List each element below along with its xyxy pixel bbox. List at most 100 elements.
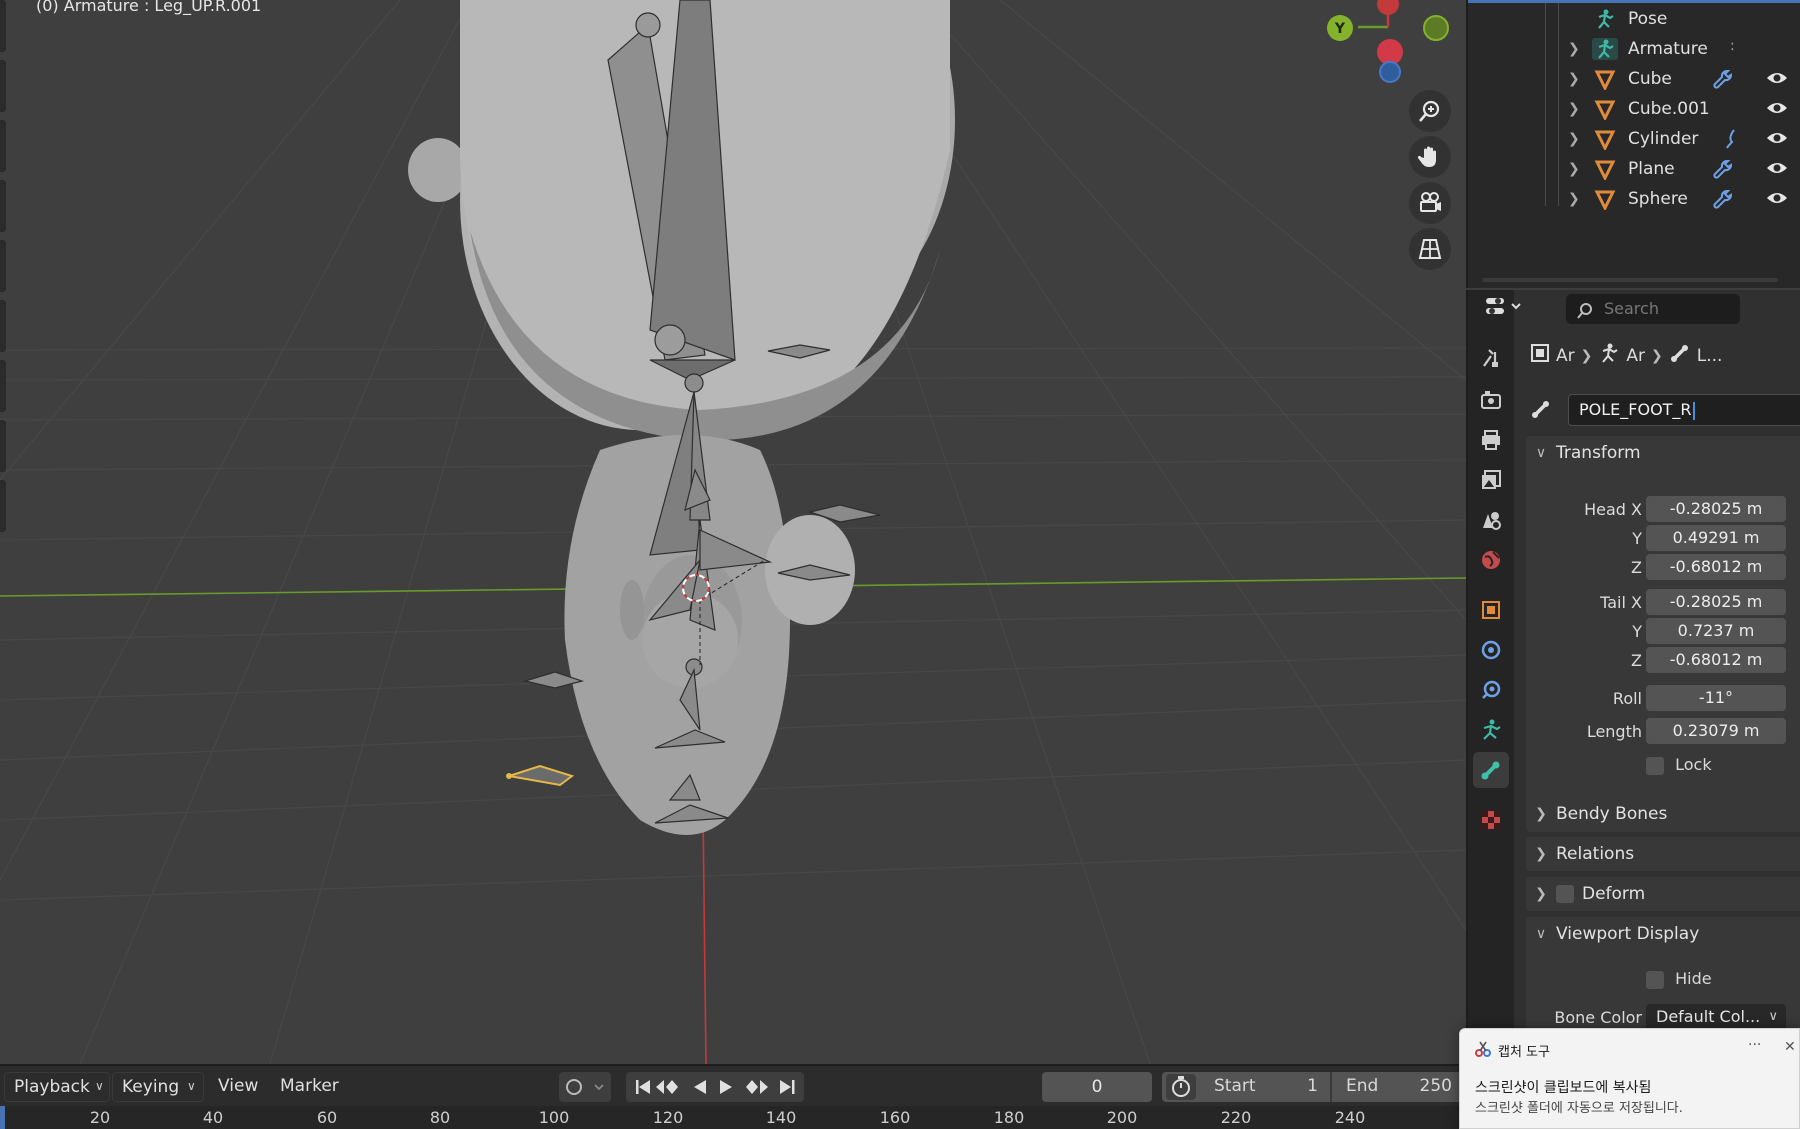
expand-chevron-icon[interactable]: ❯	[1568, 41, 1584, 57]
outliner-item-pose[interactable]: Pose	[1468, 4, 1800, 34]
visibility-eye-icon[interactable]	[1766, 130, 1788, 151]
transform-panel-header[interactable]: ∨ Transform	[1526, 436, 1800, 470]
notification-detail: 스크린샷 폴더에 자동으로 저장됩니다.	[1475, 1101, 1683, 1116]
wrench-icon[interactable]	[1712, 158, 1734, 185]
playhead[interactable]	[0, 1106, 5, 1129]
visibility-eye-icon[interactable]	[1766, 70, 1788, 91]
start-frame-field[interactable]: Start 1	[1200, 1072, 1328, 1102]
deform-checkbox[interactable]	[1556, 885, 1574, 903]
output-tab-icon[interactable]	[1473, 422, 1509, 458]
tail-z-field[interactable]: -0.68012 m	[1646, 647, 1786, 673]
tail-y-row: Y 0.7237 m	[1526, 618, 1800, 646]
expand-chevron-icon[interactable]: ❯	[1568, 191, 1584, 207]
properties-search-input[interactable]: Search	[1566, 294, 1740, 324]
3d-viewport[interactable]: (0) Armature : Leg_UP.R.001 Y	[0, 0, 1466, 1064]
navigation-gizmo[interactable]: Y	[1318, 0, 1458, 90]
properties-editor[interactable]: Search Ar ❯ Ar ❯ L... POLE_FOOT_R ∨ Tran…	[1466, 290, 1800, 1129]
outliner-item-cube-001[interactable]: ❯ Cube.001	[1468, 94, 1800, 124]
lock-checkbox[interactable]	[1646, 756, 1664, 775]
breadcrumb-armature: Ar	[1626, 345, 1645, 366]
chevron-right-icon: ❯	[1535, 806, 1547, 822]
hide-row[interactable]: Hide	[1526, 966, 1800, 994]
expand-chevron-icon[interactable]: ❯	[1568, 101, 1584, 117]
hide-checkbox[interactable]	[1646, 970, 1664, 989]
bone-tab-icon[interactable]	[1473, 752, 1509, 788]
armature-data-tab-icon[interactable]	[1473, 712, 1509, 748]
play-reverse-icon[interactable]	[694, 1080, 706, 1094]
next-keyframe-icon[interactable]	[746, 1080, 768, 1094]
tail-x-field[interactable]: -0.28025 m	[1646, 589, 1786, 615]
bone-icon	[1530, 398, 1552, 424]
bendy-bones-panel-header[interactable]: ❯ Bendy Bones	[1526, 797, 1800, 831]
toolbar-strip[interactable]	[0, 0, 8, 620]
length-field[interactable]: 0.23079 m	[1646, 718, 1786, 744]
outliner-item-armature[interactable]: ❯ Armature :	[1468, 34, 1800, 64]
deform-panel-header[interactable]: ❯ Deform	[1526, 877, 1800, 911]
jump-start-icon[interactable]	[636, 1080, 650, 1094]
playback-menu[interactable]: Playback ∨	[4, 1072, 110, 1102]
auto-keying-toggle[interactable]	[559, 1072, 611, 1102]
transform-title: Transform	[1556, 443, 1641, 463]
texture-tab-icon[interactable]	[1473, 802, 1509, 838]
viewport-scene[interactable]	[0, 0, 1466, 1064]
ruler-tick: 160	[879, 1108, 911, 1127]
modifier-icon[interactable]	[1724, 128, 1738, 155]
object-tab-icon[interactable]	[1473, 592, 1509, 628]
stopwatch-icon[interactable]	[1166, 1074, 1196, 1100]
close-icon[interactable]: ✕	[1784, 1039, 1796, 1055]
more-options-icon[interactable]: ···	[1748, 1037, 1761, 1053]
marker-menu[interactable]: Marker	[280, 1076, 339, 1096]
wrench-icon[interactable]	[1712, 188, 1734, 215]
visibility-eye-icon[interactable]	[1766, 100, 1788, 121]
prev-keyframe-icon[interactable]	[656, 1080, 678, 1094]
timeline-header: Playback ∨ Keying ∨ View Marker 0 Start …	[0, 1064, 1466, 1106]
relations-panel-header[interactable]: ❯ Relations	[1526, 837, 1800, 871]
outliner-item-plane[interactable]: ❯ Plane	[1468, 154, 1800, 184]
tail-y-field[interactable]: 0.7237 m	[1646, 618, 1786, 644]
armature-icon	[1592, 38, 1618, 60]
mesh-icon	[1592, 68, 1618, 90]
head-x-field[interactable]: -0.28025 m	[1646, 496, 1786, 522]
roll-field[interactable]: -11°	[1646, 685, 1786, 711]
keying-menu[interactable]: Keying ∨	[112, 1072, 204, 1102]
wrench-icon[interactable]	[1712, 68, 1734, 95]
camera-view-icon[interactable]	[1409, 182, 1451, 224]
pan-hand-icon[interactable]	[1409, 136, 1451, 178]
bone-name-input[interactable]: POLE_FOOT_R	[1568, 394, 1800, 426]
lock-row[interactable]: Lock	[1526, 752, 1800, 780]
expand-chevron-icon[interactable]: ❯	[1568, 131, 1584, 147]
expand-chevron-icon[interactable]: ❯	[1568, 161, 1584, 177]
current-frame-field[interactable]: 0	[1042, 1072, 1152, 1102]
modifier-tab-icon[interactable]	[1473, 632, 1509, 668]
render-tab-icon[interactable]	[1473, 382, 1509, 418]
outliner-item-label: Cube	[1628, 69, 1672, 89]
snipping-tool-notification[interactable]: 캡처 도구 ··· ✕ 스크린샷이 클립보드에 복사됨 스크린샷 폴더에 자동으…	[1459, 1028, 1800, 1129]
outliner-panel[interactable]: Pose ❯ Armature : ❯ Cube ❯ Cube.001 ❯ Cy…	[1466, 0, 1800, 288]
physics-tab-icon[interactable]	[1473, 672, 1509, 708]
jump-end-icon[interactable]	[780, 1080, 795, 1094]
outliner-item-sphere[interactable]: ❯ Sphere	[1468, 184, 1800, 214]
zoom-icon[interactable]	[1409, 90, 1451, 132]
view-layer-tab-icon[interactable]	[1473, 462, 1509, 498]
scene-tab-icon[interactable]	[1473, 502, 1509, 538]
play-icon[interactable]	[720, 1080, 732, 1094]
outliner-scrollbar[interactable]	[1482, 278, 1778, 282]
mesh-icon	[1592, 98, 1618, 120]
expand-chevron-icon[interactable]: ❯	[1568, 71, 1584, 87]
perspective-grid-icon[interactable]	[1409, 228, 1451, 270]
editor-type-dropdown[interactable]	[1484, 292, 1528, 326]
visibility-eye-icon[interactable]	[1766, 190, 1788, 211]
world-tab-icon[interactable]	[1473, 542, 1509, 578]
outliner-item-cylinder[interactable]: ❯ Cylinder	[1468, 124, 1800, 154]
timeline-ruler[interactable]: 20 40 60 80 100 120 140 160 180 200 220 …	[0, 1106, 1466, 1129]
tool-tab-icon[interactable]	[1473, 340, 1509, 376]
view-menu[interactable]: View	[218, 1076, 258, 1096]
end-frame-field[interactable]: End 250	[1334, 1072, 1462, 1102]
bone-color-dropdown[interactable]: Default Col... ∨	[1646, 1004, 1786, 1030]
head-z-field[interactable]: -0.68012 m	[1646, 554, 1786, 580]
visibility-eye-icon[interactable]	[1766, 160, 1788, 181]
viewport-display-panel-header[interactable]: ∨ Viewport Display	[1526, 917, 1800, 951]
outliner-item-cube[interactable]: ❯ Cube	[1468, 64, 1800, 94]
mesh-icon	[1592, 188, 1618, 210]
head-y-field[interactable]: 0.49291 m	[1646, 525, 1786, 551]
